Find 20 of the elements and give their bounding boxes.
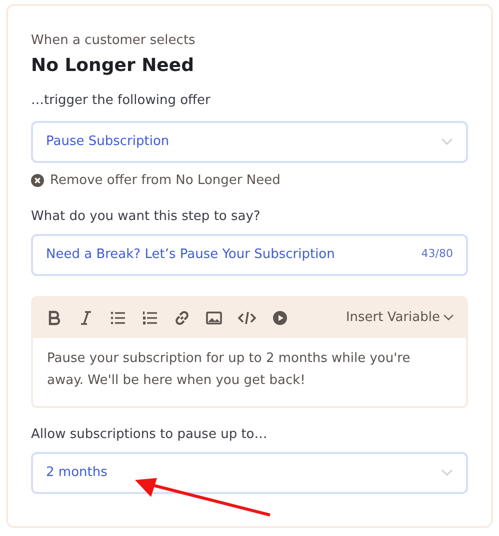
character-counter: 43/80 xyxy=(421,246,453,262)
image-icon[interactable] xyxy=(205,308,223,326)
pause-duration-select[interactable]: 2 months xyxy=(31,452,468,494)
remove-icon[interactable] xyxy=(31,174,44,188)
field-label: Allow subscriptions to pause up to… xyxy=(31,426,268,444)
step-title-field[interactable]: Need a Break? Let’s Pause Your Subscription 43/80 xyxy=(31,234,468,276)
link-icon[interactable] xyxy=(173,308,191,326)
insert-variable-dropdown[interactable]: Insert Variable xyxy=(346,308,454,328)
chevron-down-icon xyxy=(441,468,453,476)
remove-offer-link[interactable]: Remove offer from No Longer Need xyxy=(50,171,280,190)
chevron-down-icon xyxy=(441,138,453,146)
reason-title: No Longer Need xyxy=(31,54,195,78)
editor-text[interactable]: Pause your subscription for up to 2 months while you're away. We'll be here when you get back! xyxy=(33,338,466,392)
offer-select[interactable]: Pause Subscription xyxy=(31,121,468,163)
field-label: …trigger the following offer xyxy=(31,92,212,110)
numbered-list-icon[interactable] xyxy=(141,308,159,326)
field-label: What do you want this step to say? xyxy=(31,208,262,226)
play-icon[interactable] xyxy=(271,308,289,326)
caption: When a customer selects xyxy=(31,32,196,50)
chevron-down-icon xyxy=(443,314,454,321)
